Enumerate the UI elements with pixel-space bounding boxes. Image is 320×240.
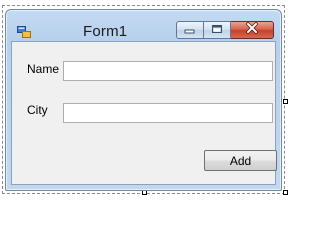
resize-handle-corner[interactable] — [283, 190, 288, 195]
resize-handle-right[interactable] — [283, 99, 288, 104]
title-bar[interactable]: Form1 — [6, 10, 281, 40]
form-client-area: Name City Add — [11, 41, 277, 185]
city-label: City — [27, 103, 48, 117]
minimize-icon — [184, 21, 196, 39]
close-icon — [245, 21, 259, 39]
winforms-app-icon — [17, 25, 31, 38]
name-input[interactable] — [63, 61, 273, 81]
name-label: Name — [27, 62, 60, 76]
city-input[interactable] — [63, 103, 273, 123]
maximize-icon — [211, 21, 223, 39]
form-window: Form1 Name City Add — [5, 9, 282, 191]
add-button[interactable]: Add — [204, 150, 277, 171]
close-button[interactable] — [231, 21, 274, 39]
window-title: Form1 — [83, 23, 128, 40]
maximize-button[interactable] — [204, 21, 231, 39]
minimize-button[interactable] — [176, 21, 204, 39]
